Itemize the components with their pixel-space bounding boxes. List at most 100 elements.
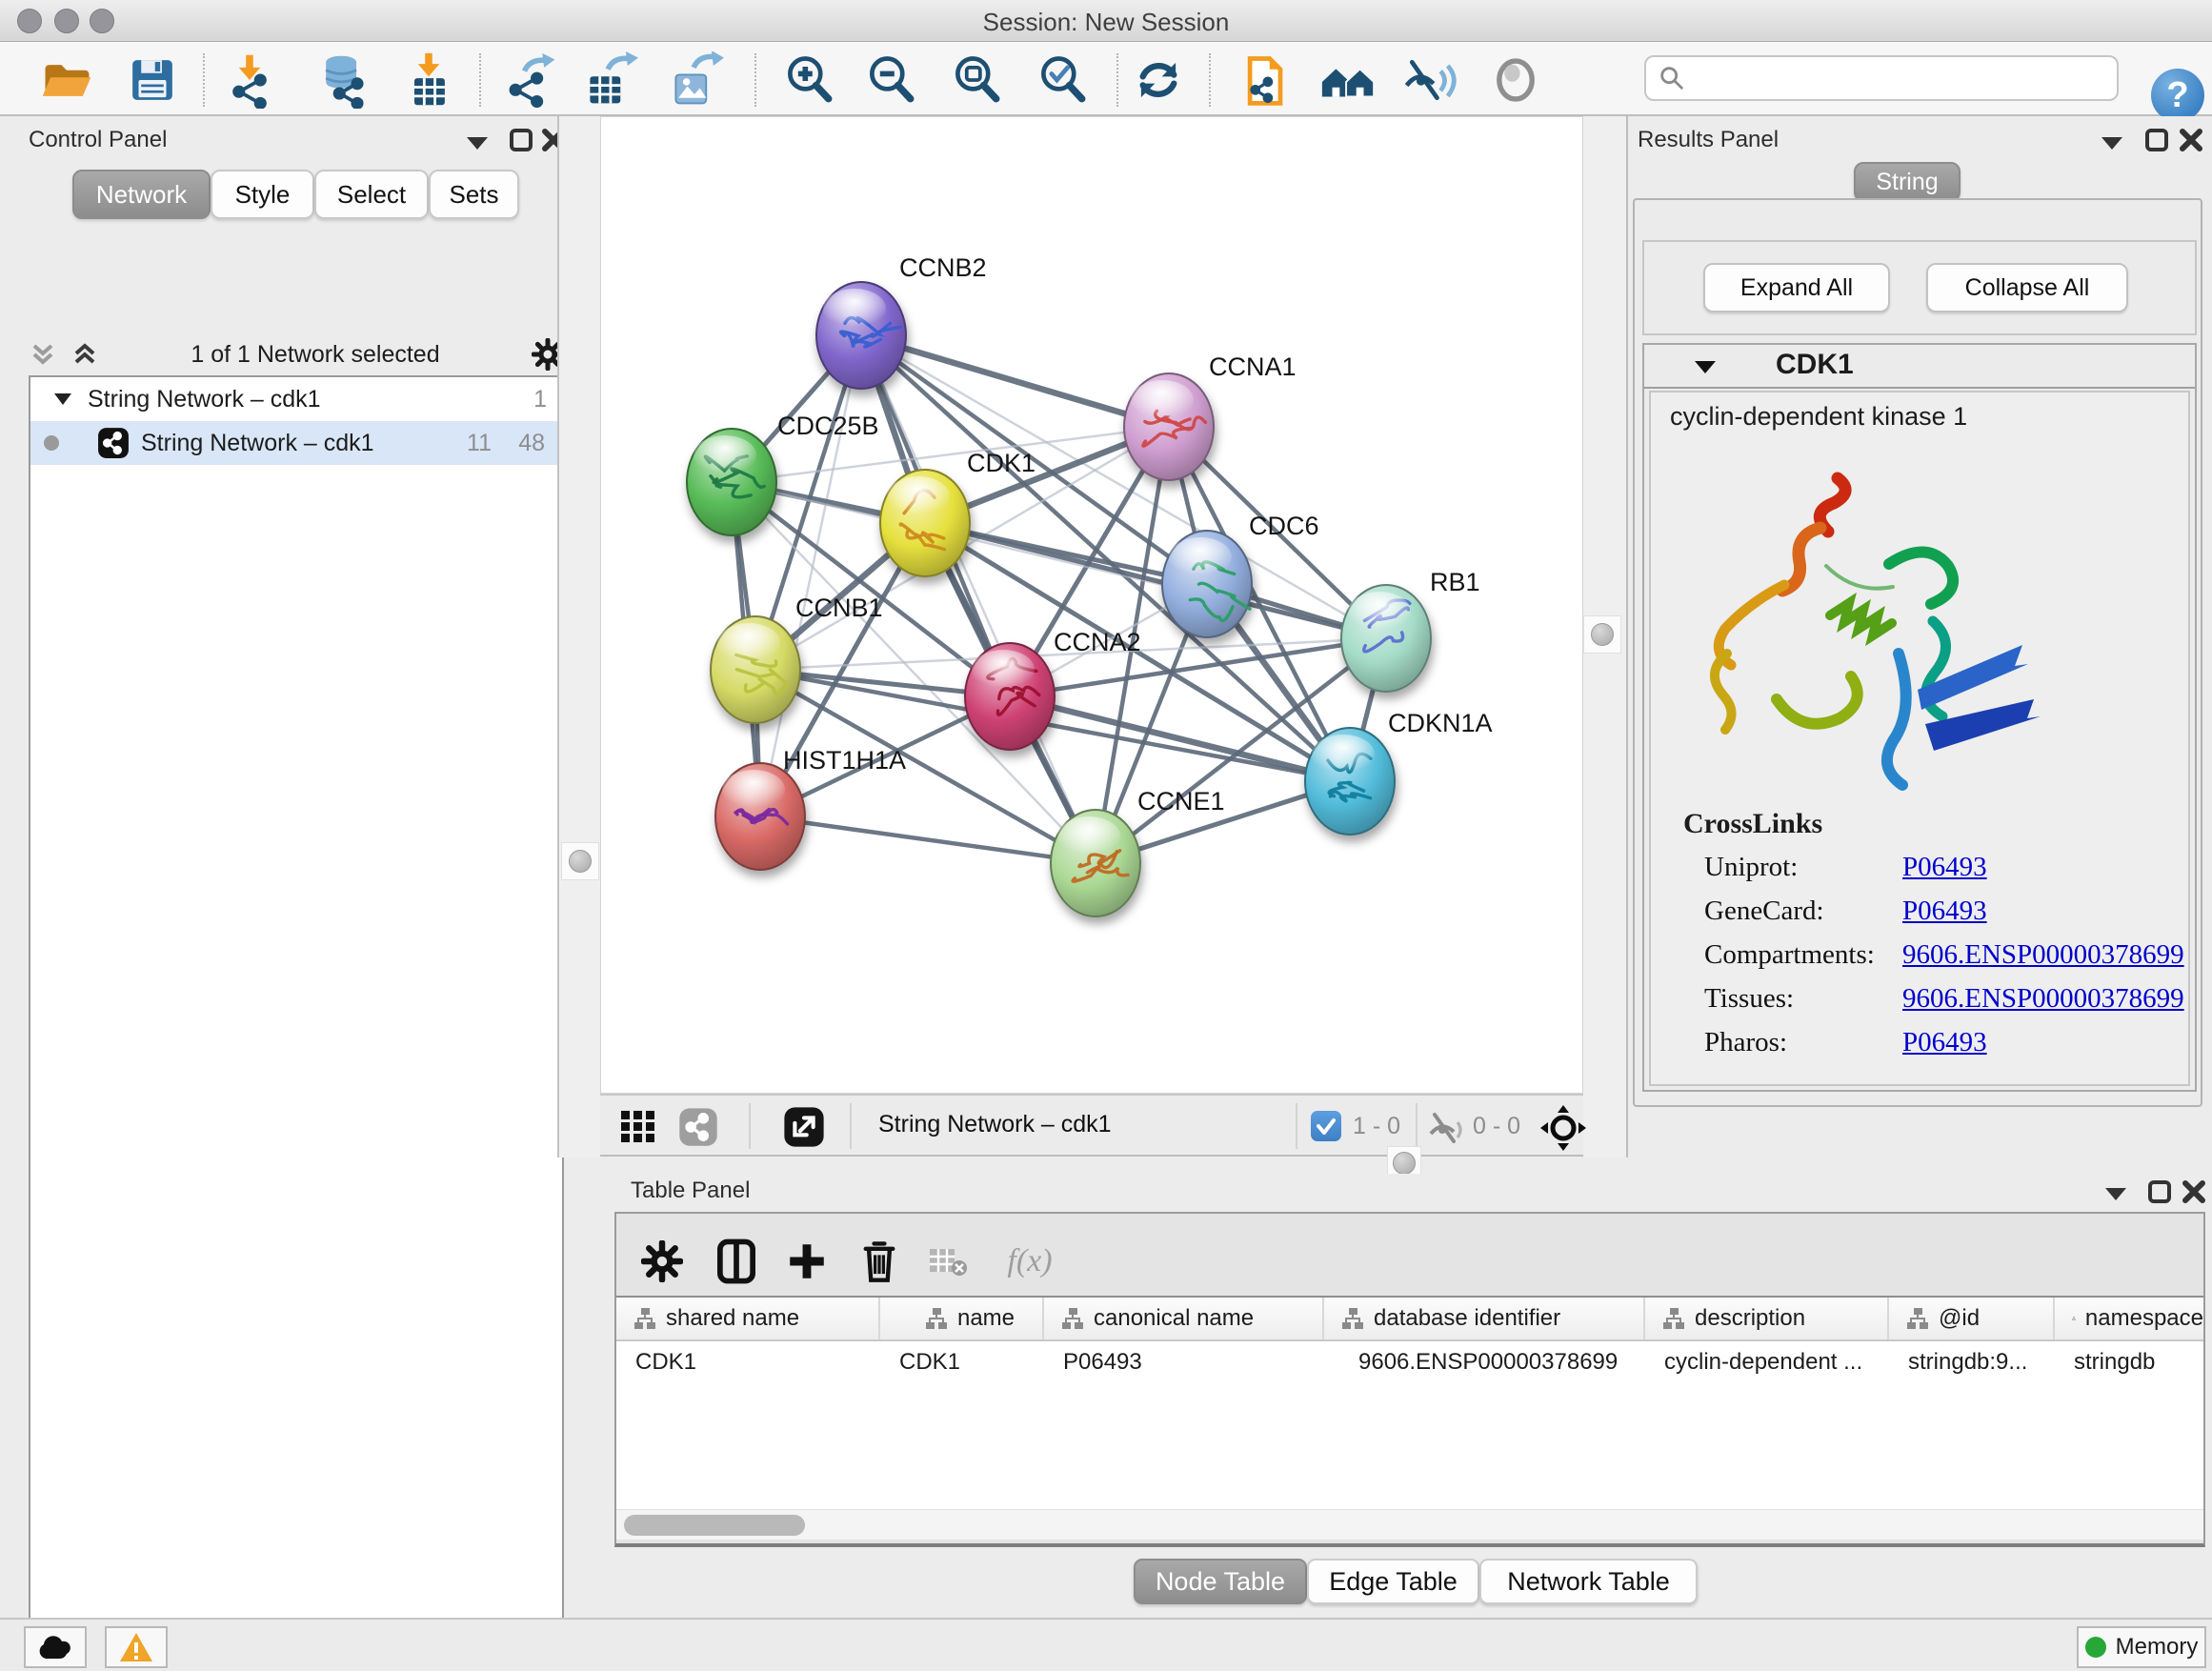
cell-shared-name[interactable]: CDK1	[616, 1341, 880, 1383]
panel-float-icon[interactable]	[465, 135, 490, 151]
zoom-fit-button[interactable]	[947, 50, 1008, 111]
tab-sets[interactable]: Sets	[429, 170, 519, 219]
left-splitter-handle[interactable]	[561, 842, 599, 880]
grid-view-icon[interactable]	[621, 1111, 659, 1143]
network-canvas[interactable]: CCNB2CCNA1CDC25BCDK1CDC6RB1CCNB1CCNA2CDK…	[600, 116, 1583, 1094]
refresh-layout-button[interactable]	[1128, 50, 1189, 111]
column-header[interactable]: canonical name	[1044, 1298, 1324, 1339]
right-splitter-handle[interactable]	[1583, 615, 1621, 654]
save-session-button[interactable]	[122, 50, 183, 111]
tab-node-table[interactable]: Node Table	[1134, 1559, 1307, 1604]
graph-node-HIST1H1A[interactable]: HIST1H1A	[715, 746, 906, 870]
node-label: CCNA2	[1054, 628, 1141, 656]
warnings-button[interactable]	[105, 1626, 168, 1668]
string-home-button[interactable]	[1317, 50, 1378, 111]
column-header[interactable]: shared name	[616, 1298, 880, 1339]
collapse-all-button[interactable]: Collapse All	[1926, 263, 2128, 312]
right-splitter[interactable]	[1583, 116, 1626, 1158]
zoom-in-button[interactable]	[779, 50, 840, 111]
panel-maximize-icon[interactable]	[509, 128, 533, 152]
tab-edge-table[interactable]: Edge Table	[1307, 1559, 1479, 1604]
tab-network-table[interactable]: Network Table	[1479, 1559, 1698, 1604]
export-network-button[interactable]	[501, 50, 562, 111]
export-image-button[interactable]	[665, 50, 726, 111]
crosslink-link[interactable]: P06493	[1902, 852, 1987, 883]
create-column-button[interactable]	[778, 1233, 835, 1290]
memory-button[interactable]: Memory	[2077, 1626, 2206, 1668]
glass-ball-button[interactable]	[1485, 50, 1546, 111]
crosslink-link[interactable]: P06493	[1902, 1027, 1987, 1058]
table-options-button[interactable]	[633, 1233, 691, 1290]
cloud-button[interactable]	[24, 1626, 87, 1668]
hide-labels-button[interactable]	[1399, 50, 1460, 111]
selected-nodes-checkbox[interactable]	[1311, 1111, 1341, 1141]
crosslink-link[interactable]: P06493	[1902, 896, 1987, 927]
left-splitter[interactable]	[557, 116, 600, 1158]
tab-network[interactable]: Network	[72, 170, 211, 219]
tree-expand-arrow-icon[interactable]	[53, 393, 72, 406]
panel-close-icon[interactable]	[2182, 1179, 2206, 1204]
share-view-icon[interactable]	[678, 1107, 718, 1147]
table-container: f(x) shared name name canonical name da	[614, 1212, 2205, 1547]
table-row[interactable]: CDK1 CDK1 P06493 9606.ENSP00000378699 cy…	[616, 1341, 2203, 1383]
zoom-out-button[interactable]	[861, 50, 922, 111]
open-session-button[interactable]	[36, 50, 97, 111]
graph-node-CDKN1A[interactable]: CDKN1A	[1305, 709, 1493, 835]
column-header[interactable]: @id	[1889, 1298, 2055, 1339]
import-network-database-button[interactable]	[312, 50, 373, 111]
network-collection-row[interactable]: String Network – cdk1 1	[30, 377, 562, 421]
zoom-selected-button[interactable]	[1033, 50, 1094, 111]
tab-select[interactable]: Select	[314, 170, 429, 219]
network-graph[interactable]: CCNB2CCNA1CDC25BCDK1CDC6RB1CCNB1CCNA2CDK…	[601, 117, 1582, 1093]
section-collapse-arrow-icon[interactable]	[1694, 360, 1717, 375]
column-header[interactable]: namespace	[2055, 1298, 2203, 1339]
graph-node-CCNA1[interactable]: CCNA1	[1124, 352, 1297, 480]
delete-column-button[interactable]	[851, 1233, 908, 1290]
graph-node-CCNB1[interactable]: CCNB1	[711, 594, 883, 723]
column-header[interactable]: database identifier	[1324, 1298, 1645, 1339]
crosslink-row: Pharos: P06493	[1704, 1027, 1787, 1058]
cell-id[interactable]: stringdb:9...	[1889, 1341, 2055, 1383]
search-input[interactable]	[1686, 65, 2096, 91]
graph-node-CCNE1[interactable]: CCNE1	[1051, 787, 1225, 916]
panel-float-icon[interactable]	[2100, 135, 2124, 151]
cell-description[interactable]: cyclin-dependent ...	[1645, 1341, 1889, 1383]
help-button[interactable]: ?	[2151, 69, 2204, 122]
graph-node-CDC6[interactable]: CDC6	[1162, 512, 1319, 637]
column-header[interactable]: name	[880, 1298, 1044, 1339]
fit-content-crosshair-icon[interactable]	[1539, 1104, 1587, 1152]
scrollbar-thumb[interactable]	[624, 1515, 805, 1536]
collection-count: 1	[533, 386, 547, 413]
graph-node-CCNB2[interactable]: CCNB2	[816, 253, 987, 389]
open-in-window-icon[interactable]	[783, 1106, 825, 1148]
export-table-button[interactable]	[579, 50, 640, 111]
panel-maximize-icon[interactable]	[2147, 1179, 2172, 1204]
string-import-button[interactable]	[1236, 50, 1297, 111]
panel-float-icon[interactable]	[2103, 1186, 2128, 1201]
import-table-button[interactable]	[398, 50, 459, 111]
cell-canonical-name[interactable]: P06493	[1044, 1341, 1324, 1383]
show-columns-button[interactable]	[708, 1233, 765, 1290]
table-horizontal-scrollbar[interactable]	[616, 1509, 2203, 1540]
expand-all-icon[interactable]	[70, 340, 99, 369]
import-network-file-button[interactable]	[219, 50, 280, 111]
graph-node-CDC25B[interactable]: CDC25B	[687, 412, 879, 535]
crosslink-link[interactable]: 9606.ENSP00000378699	[1902, 939, 2184, 971]
panel-maximize-icon[interactable]	[2144, 128, 2169, 152]
search-field[interactable]	[1644, 55, 2119, 101]
graph-node-RB1[interactable]: RB1	[1341, 568, 1480, 692]
tab-style[interactable]: Style	[211, 170, 314, 219]
network-row[interactable]: String Network – cdk1 11 48	[30, 421, 562, 465]
tab-string[interactable]: String	[1854, 162, 1961, 202]
control-panel-title: Control Panel	[29, 127, 167, 153]
cell-database-identifier[interactable]: 9606.ENSP00000378699	[1324, 1341, 1645, 1383]
cell-name[interactable]: CDK1	[880, 1341, 1044, 1383]
collapse-all-icon[interactable]	[29, 340, 57, 369]
hidden-items-eye-icon[interactable]	[1427, 1111, 1465, 1143]
panel-close-icon[interactable]	[2179, 128, 2203, 152]
crosslink-link[interactable]: 9606.ENSP00000378699	[1902, 983, 2184, 1015]
column-header[interactable]: description	[1645, 1298, 1889, 1339]
cell-namespace[interactable]: stringdb	[2055, 1341, 2203, 1383]
expand-all-button[interactable]: Expand All	[1703, 263, 1890, 312]
horizontal-splitter[interactable]	[600, 1158, 2212, 1174]
